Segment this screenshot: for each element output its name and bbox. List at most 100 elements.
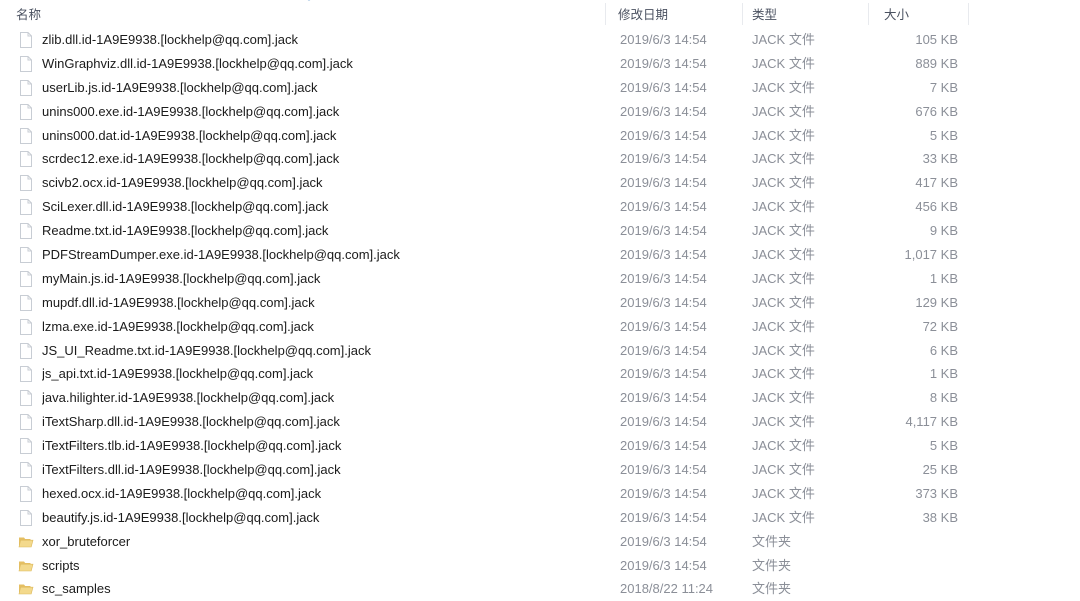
file-list-row[interactable]: mupdf.dll.id-1A9E9938.[lockhelp@qq.com].… xyxy=(0,291,1080,315)
size-cell: 33 KB xyxy=(922,151,958,167)
file-list-row[interactable]: unins000.dat.id-1A9E9938.[lockhelp@qq.co… xyxy=(0,124,1080,148)
size-cell: 6 KB xyxy=(929,342,958,358)
size-cell: 129 KB xyxy=(915,294,958,310)
file-icon xyxy=(18,366,34,383)
size-cell: 105 KB xyxy=(915,32,958,47)
file-list-row[interactable]: iTextFilters.dll.id-1A9E9938.[lockhelp@q… xyxy=(0,458,1080,482)
file-name-cell: SciLexer.dll.id-1A9E9938.[lockhelp@qq.co… xyxy=(42,199,329,215)
date-modified-cell: 2019/6/3 14:54 xyxy=(620,509,707,525)
file-list-row[interactable]: java.hilighter.id-1A9E9938.[lockhelp@qq.… xyxy=(0,386,1080,410)
file-list-row[interactable]: unins000.exe.id-1A9E9938.[lockhelp@qq.co… xyxy=(0,100,1080,124)
file-list-row[interactable]: sc_samples 2018/8/22 11:24 文件夹 xyxy=(0,577,1080,601)
size-cell: 373 KB xyxy=(915,485,958,501)
size-cell xyxy=(846,530,958,554)
file-list-scroll-area[interactable]: zlib.dll.id-1A9E9938.[lockhelp@qq.com].j… xyxy=(0,28,1080,601)
date-modified-cell: 2019/6/3 14:54 xyxy=(620,79,707,95)
file-name-cell: iTextSharp.dll.id-1A9E9938.[lockhelp@qq.… xyxy=(42,414,340,430)
file-list-row[interactable]: beautify.js.id-1A9E9938.[lockhelp@qq.com… xyxy=(0,506,1080,530)
file-name-cell: beautify.js.id-1A9E9938.[lockhelp@qq.com… xyxy=(42,509,320,525)
file-name-cell: Readme.txt.id-1A9E9938.[lockhelp@qq.com]… xyxy=(42,223,329,239)
size-cell: 38 KB xyxy=(922,509,958,525)
file-list-row[interactable]: js_api.txt.id-1A9E9938.[lockhelp@qq.com]… xyxy=(0,362,1080,386)
column-header-date-modified[interactable]: 修改日期 xyxy=(618,0,738,28)
file-name-cell: PDFStreamDumper.exe.id-1A9E9938.[lockhel… xyxy=(42,247,400,263)
date-modified-cell: 2019/6/3 14:54 xyxy=(620,533,707,549)
file-icon xyxy=(18,438,34,455)
file-icon xyxy=(18,151,34,168)
file-list-row[interactable]: scrdec12.exe.id-1A9E9938.[lockhelp@qq.co… xyxy=(0,147,1080,171)
file-list-row[interactable]: iTextSharp.dll.id-1A9E9938.[lockhelp@qq.… xyxy=(0,410,1080,434)
size-cell: 5 KB xyxy=(929,438,958,454)
date-modified-cell: 2019/6/3 14:54 xyxy=(620,127,707,143)
file-name-cell: JS_UI_Readme.txt.id-1A9E9938.[lockhelp@q… xyxy=(42,342,371,358)
folder-icon xyxy=(18,558,34,574)
date-modified-cell: 2019/6/3 14:54 xyxy=(620,438,707,454)
file-list-row[interactable]: iTextFilters.tlb.id-1A9E9938.[lockhelp@q… xyxy=(0,434,1080,458)
file-name-cell: userLib.js.id-1A9E9938.[lockhelp@qq.com]… xyxy=(42,79,318,95)
file-list-row[interactable]: lzma.exe.id-1A9E9938.[lockhelp@qq.com].j… xyxy=(0,315,1080,339)
file-list-row[interactable]: SciLexer.dll.id-1A9E9938.[lockhelp@qq.co… xyxy=(0,195,1080,219)
size-cell: 676 KB xyxy=(915,103,958,119)
date-modified-cell: 2019/6/3 14:54 xyxy=(620,414,707,430)
file-list-row[interactable]: Readme.txt.id-1A9E9938.[lockhelp@qq.com]… xyxy=(0,219,1080,243)
file-name-cell: hexed.ocx.id-1A9E9938.[lockhelp@qq.com].… xyxy=(42,485,322,501)
date-modified-cell: 2019/6/3 14:54 xyxy=(620,55,707,71)
column-header-size[interactable]: 大小 xyxy=(884,0,964,28)
date-modified-cell: 2019/6/3 14:54 xyxy=(620,247,707,263)
date-modified-cell: 2019/6/3 14:54 xyxy=(620,366,707,382)
file-list-row[interactable]: WinGraphviz.dll.id-1A9E9938.[lockhelp@qq… xyxy=(0,52,1080,76)
date-modified-cell: 2019/6/3 14:54 xyxy=(620,151,707,167)
size-cell: 7 KB xyxy=(929,79,958,95)
folder-icon xyxy=(18,534,34,550)
column-divider[interactable] xyxy=(868,3,869,25)
file-icon xyxy=(18,342,34,359)
file-list-row[interactable]: hexed.ocx.id-1A9E9938.[lockhelp@qq.com].… xyxy=(0,482,1080,506)
file-icon xyxy=(18,199,34,216)
file-icon xyxy=(18,32,34,48)
file-name-cell: xor_bruteforcer xyxy=(42,533,131,549)
file-list-row[interactable]: JS_UI_Readme.txt.id-1A9E9938.[lockhelp@q… xyxy=(0,339,1080,363)
file-icon xyxy=(18,462,34,479)
file-icon xyxy=(18,485,34,502)
column-header-type[interactable]: 类型 xyxy=(752,0,862,28)
date-modified-cell: 2019/6/3 14:54 xyxy=(620,103,707,119)
date-modified-cell: 2019/6/3 14:54 xyxy=(620,485,707,501)
file-name-cell: zlib.dll.id-1A9E9938.[lockhelp@qq.com].j… xyxy=(42,32,298,47)
size-cell: 9 KB xyxy=(929,223,958,239)
size-cell: 1 KB xyxy=(929,270,958,286)
date-modified-cell: 2019/6/3 14:54 xyxy=(620,390,707,406)
size-cell: 456 KB xyxy=(915,199,958,215)
file-list-row[interactable]: scripts 2019/6/3 14:54 文件夹 xyxy=(0,554,1080,578)
size-cell: 8 KB xyxy=(929,390,958,406)
file-name-cell: js_api.txt.id-1A9E9938.[lockhelp@qq.com]… xyxy=(42,366,314,382)
column-divider[interactable] xyxy=(605,3,606,25)
file-name-cell: unins000.exe.id-1A9E9938.[lockhelp@qq.co… xyxy=(42,103,340,119)
file-explorer-list-view: 名称 修改日期 类型 大小 zlib.dll.id-1A9E9938.[lock… xyxy=(0,0,1080,601)
file-name-cell: lzma.exe.id-1A9E9938.[lockhelp@qq.com].j… xyxy=(42,318,314,334)
file-list-row[interactable]: userLib.js.id-1A9E9938.[lockhelp@qq.com]… xyxy=(0,76,1080,100)
date-modified-cell: 2019/6/3 14:54 xyxy=(620,199,707,215)
file-list: zlib.dll.id-1A9E9938.[lockhelp@qq.com].j… xyxy=(0,28,1080,601)
size-cell: 4,117 KB xyxy=(905,414,958,430)
file-icon xyxy=(18,223,34,240)
file-name-cell: mupdf.dll.id-1A9E9938.[lockhelp@qq.com].… xyxy=(42,294,315,310)
file-list-row[interactable]: zlib.dll.id-1A9E9938.[lockhelp@qq.com].j… xyxy=(0,28,1080,52)
size-cell: 417 KB xyxy=(915,175,958,191)
date-modified-cell: 2019/6/3 14:54 xyxy=(620,223,707,239)
size-cell: 25 KB xyxy=(922,462,958,478)
file-list-row[interactable]: xor_bruteforcer 2019/6/3 14:54 文件夹 xyxy=(0,530,1080,554)
size-cell xyxy=(846,577,958,601)
file-icon xyxy=(18,294,34,311)
file-icon xyxy=(18,103,34,120)
file-list-row[interactable]: scivb2.ocx.id-1A9E9938.[lockhelp@qq.com]… xyxy=(0,171,1080,195)
file-name-cell: iTextFilters.dll.id-1A9E9938.[lockhelp@q… xyxy=(42,462,341,478)
file-list-row[interactable]: myMain.js.id-1A9E9938.[lockhelp@qq.com].… xyxy=(0,267,1080,291)
file-list-row[interactable]: PDFStreamDumper.exe.id-1A9E9938.[lockhel… xyxy=(0,243,1080,267)
column-divider[interactable] xyxy=(968,3,969,25)
file-name-cell: java.hilighter.id-1A9E9938.[lockhelp@qq.… xyxy=(42,390,335,406)
date-modified-cell: 2018/8/22 11:24 xyxy=(620,581,714,597)
column-header-name[interactable]: 名称 xyxy=(16,0,576,28)
file-name-cell: scivb2.ocx.id-1A9E9938.[lockhelp@qq.com]… xyxy=(42,175,323,191)
file-icon xyxy=(18,175,34,192)
column-divider[interactable] xyxy=(742,3,743,25)
